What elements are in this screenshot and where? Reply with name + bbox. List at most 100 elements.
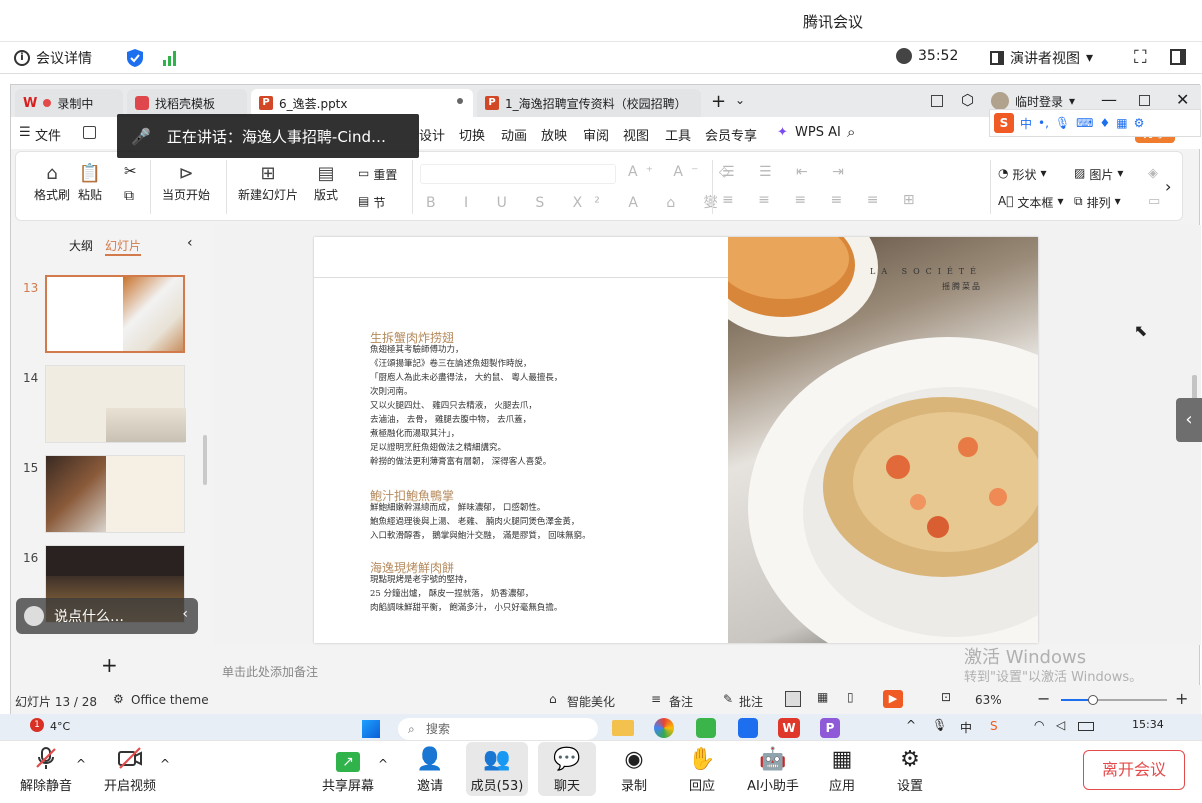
menu-icon[interactable]: ☰ bbox=[19, 125, 31, 140]
members-button[interactable]: 👥 成员(53) bbox=[466, 742, 528, 796]
chevron-left-icon[interactable]: ‹ bbox=[182, 606, 188, 622]
current-slide[interactable]: 生拆蟹肉炸捞翅 魚翅極其考驗師傅功力， 《汪頌揚筆記》卷三在論述魚翅製作時說， 「厨… bbox=[314, 237, 1038, 643]
apps-button[interactable]: ▦ 应用 bbox=[810, 745, 874, 794]
login-button[interactable]: 临时登录 ▾ bbox=[991, 92, 1075, 110]
add-slide-icon[interactable]: + bbox=[101, 653, 118, 677]
invite-button[interactable]: 👤 邀请 bbox=[398, 745, 462, 794]
slide-thumbnail-15[interactable] bbox=[45, 455, 185, 533]
notes-toggle[interactable]: 备注 bbox=[669, 693, 693, 710]
window-tile-icon[interactable] bbox=[931, 95, 943, 107]
sorter-view-icon[interactable]: ▦ bbox=[817, 690, 828, 704]
taskbar-clock[interactable]: 15:34 bbox=[1132, 718, 1164, 731]
ime-settings-icon[interactable]: ⚙ bbox=[1134, 116, 1145, 130]
play-slideshow-icon[interactable]: ▶ bbox=[883, 690, 903, 708]
slide-thumbnail-14[interactable] bbox=[45, 365, 186, 443]
signal-icon[interactable] bbox=[162, 50, 178, 70]
chevron-up-icon[interactable]: ^ bbox=[378, 757, 388, 771]
tab-slides[interactable]: 幻灯片 bbox=[105, 237, 142, 256]
side-panel-toggle[interactable]: ‹ bbox=[1176, 398, 1202, 442]
folder-icon[interactable] bbox=[612, 720, 634, 736]
play-from-current-button[interactable]: ⊳ 当页开始 bbox=[162, 162, 210, 203]
volume-icon[interactable]: ◁ bbox=[1056, 718, 1065, 732]
collapse-pane-icon[interactable]: ‹ bbox=[187, 235, 193, 251]
skin-icon[interactable]: ♦ bbox=[1099, 116, 1110, 130]
tray-mic-icon[interactable]: 🎙 bbox=[932, 718, 947, 732]
picture-button[interactable]: ▨ 图片 ▾ bbox=[1074, 166, 1123, 183]
pane-scrollbar[interactable] bbox=[203, 435, 207, 485]
tab-templates[interactable]: 找稻壳模板 bbox=[127, 89, 247, 117]
start-icon[interactable] bbox=[362, 720, 380, 738]
font-family-select[interactable] bbox=[420, 164, 616, 184]
menu-animation[interactable]: 动画 bbox=[501, 125, 527, 144]
minimize-icon[interactable]: — bbox=[1101, 90, 1117, 109]
toolbox-icon[interactable]: ▦ bbox=[1116, 116, 1127, 130]
meeting-details-button[interactable]: i 会议详情 bbox=[14, 48, 92, 68]
cube-icon[interactable]: ⬡ bbox=[961, 91, 974, 109]
reset-button[interactable]: ▭ 重置 bbox=[358, 166, 397, 183]
zoom-out-icon[interactable]: − bbox=[1037, 689, 1050, 708]
menu-tools[interactable]: 工具 bbox=[665, 125, 691, 144]
start-video-button[interactable]: 开启视频 bbox=[98, 745, 162, 794]
restore-icon[interactable] bbox=[1139, 95, 1150, 106]
shape-button[interactable]: ◔ 形状 ▾ bbox=[998, 166, 1047, 183]
menu-slideshow[interactable]: 放映 bbox=[541, 125, 567, 144]
ime-lang-icon[interactable]: 中 bbox=[1020, 115, 1032, 132]
battery-icon[interactable] bbox=[1078, 722, 1094, 731]
wps-taskbar-icon[interactable]: W bbox=[778, 718, 800, 738]
quick-chat-box[interactable]: 说点什么… ‹ bbox=[16, 598, 198, 634]
view-mode-dropdown[interactable]: 演讲者视图 ▾ bbox=[990, 48, 1093, 68]
fullscreen-icon[interactable]: ⛶ bbox=[1134, 47, 1147, 68]
zoom-slider[interactable] bbox=[1061, 695, 1167, 705]
outline-icon[interactable]: ▭ bbox=[1148, 194, 1160, 209]
tab-outline[interactable]: 大纲 bbox=[69, 237, 93, 254]
tray-sogou-icon[interactable]: S bbox=[990, 719, 998, 733]
font-format-buttons[interactable]: B I U S X² A ⌂ 燮 bbox=[426, 192, 730, 212]
taskbar-search[interactable]: ⌕ 搜索 bbox=[398, 718, 598, 740]
ribbon-scroll-right-icon[interactable]: › bbox=[1165, 177, 1171, 196]
normal-view-icon[interactable] bbox=[785, 691, 801, 707]
menu-transition[interactable]: 切换 bbox=[459, 125, 485, 144]
comments-toggle[interactable]: 批注 bbox=[739, 693, 763, 710]
tab-wps-home[interactable]: W 录制中 bbox=[15, 89, 123, 117]
paste-button[interactable]: 📋 粘贴 bbox=[78, 162, 102, 203]
emoji-icon[interactable] bbox=[24, 606, 44, 626]
sogou-logo-icon[interactable]: S bbox=[994, 113, 1014, 133]
beautify-button[interactable]: 智能美化 bbox=[567, 693, 615, 710]
cut-icon[interactable]: ✂ bbox=[124, 162, 137, 180]
paragraph-align-buttons[interactable]: ≡ ≡ ≡ ≡ ≡ ⊞ bbox=[722, 192, 925, 208]
zoom-in-icon[interactable]: + bbox=[1175, 689, 1188, 708]
tray-chevron-icon[interactable]: ^ bbox=[906, 718, 916, 732]
theme-name[interactable]: Office theme bbox=[131, 693, 209, 707]
ime-punct-icon[interactable]: •, bbox=[1038, 116, 1049, 130]
react-button[interactable]: ✋ 回应 bbox=[670, 745, 734, 794]
keyboard-icon[interactable]: ⌨ bbox=[1076, 116, 1093, 130]
paragraph-list-buttons[interactable]: ☰ ☰ ⇤ ⇥ bbox=[722, 164, 854, 180]
wechat-icon[interactable] bbox=[696, 718, 716, 738]
browser-icon[interactable] bbox=[654, 718, 674, 738]
zoom-slider-handle[interactable] bbox=[1088, 695, 1098, 705]
new-tab-icon[interactable]: + bbox=[711, 91, 726, 112]
settings-button[interactable]: ⚙ 设置 bbox=[878, 745, 942, 794]
unmute-button[interactable]: 解除静音 bbox=[14, 745, 78, 794]
zoom-level[interactable]: 63% bbox=[975, 693, 1002, 707]
share-screen-button[interactable]: ↗ 共享屏幕 bbox=[316, 745, 380, 794]
slide-thumbnail-13[interactable] bbox=[45, 275, 185, 353]
menu-member[interactable]: 会员专享 bbox=[705, 125, 757, 144]
arrange-button[interactable]: ⧉ 排列 ▾ bbox=[1074, 194, 1121, 211]
search-icon[interactable]: ⌕ bbox=[847, 123, 855, 141]
shield-icon[interactable] bbox=[126, 48, 144, 68]
chat-button[interactable]: 💬 聊天 bbox=[538, 742, 596, 796]
tab-recruitment-ppt[interactable]: P 1_海逸招聘宣传资料（校园招聘）.pp bbox=[477, 89, 701, 117]
chevron-up-icon[interactable]: ^ bbox=[76, 757, 86, 771]
layout-button[interactable]: ▤ 版式 bbox=[314, 162, 338, 203]
chevron-down-icon[interactable]: ⌄ bbox=[735, 93, 745, 107]
close-icon[interactable]: ✕ bbox=[1176, 90, 1189, 109]
menu-design[interactable]: 设计 bbox=[419, 125, 445, 144]
menu-file[interactable]: 文件 bbox=[35, 125, 61, 144]
meeting-app-icon[interactable] bbox=[738, 718, 758, 738]
sidebar-toggle-icon[interactable] bbox=[1170, 49, 1186, 65]
tab-current-pptx[interactable]: P 6_逸荟.pptx bbox=[251, 89, 473, 117]
reading-view-icon[interactable]: ▯ bbox=[847, 690, 854, 704]
fill-icon[interactable]: ◈ bbox=[1148, 166, 1158, 181]
ppt-taskbar-icon[interactable]: P bbox=[820, 718, 840, 738]
